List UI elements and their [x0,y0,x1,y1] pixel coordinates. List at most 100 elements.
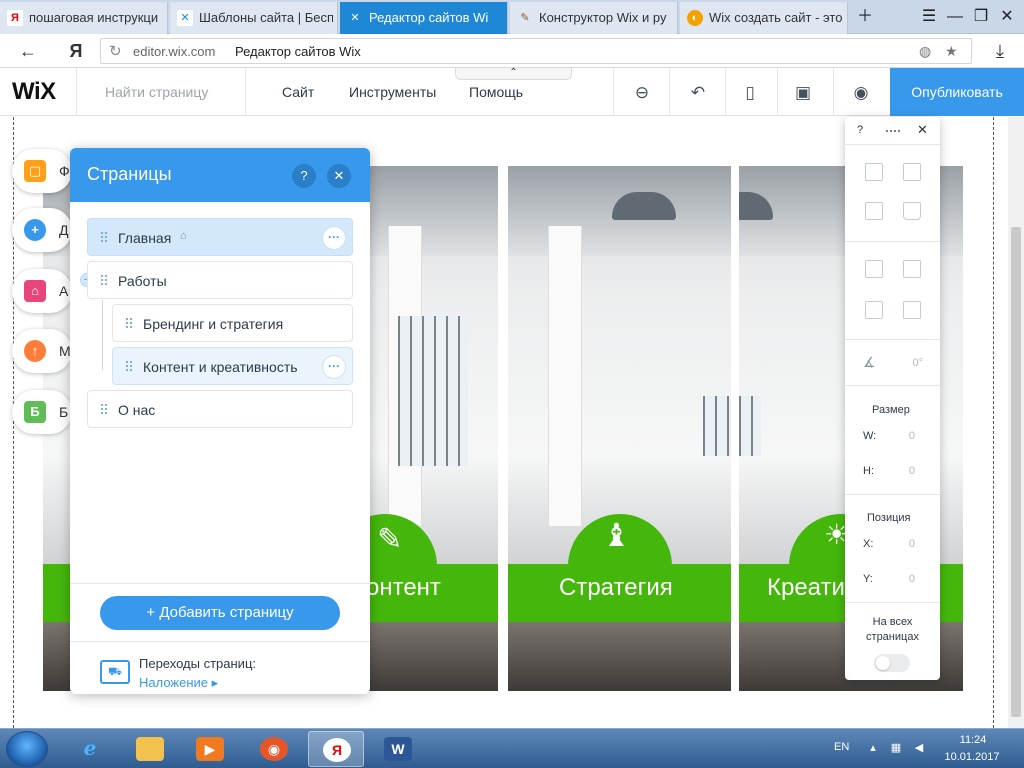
width-value[interactable]: 0 [895,430,915,442]
page-item-home[interactable]: Главная ⌂ ··· [87,218,353,256]
menu-tools[interactable]: Инструменты [349,84,436,100]
menu-help[interactable]: Помощь [469,84,523,100]
image-column-strategy[interactable]: ♝ Стратегия [508,166,731,691]
firefox-icon: ◉ [260,737,288,761]
help-icon[interactable]: ? [292,164,316,188]
left-panel-background-button[interactable]: ▢ Ф [12,149,72,193]
clock-time[interactable]: 11:24 [948,734,998,746]
page-item-works[interactable]: Работы [87,261,353,299]
rotate-angle-icon[interactable]: ∡ [863,354,876,371]
restore-icon[interactable]: ❐ [968,4,994,30]
tray-network-icon[interactable]: ▦ [889,741,903,755]
drag-handle-icon[interactable] [100,274,108,287]
tab-label: Шаблоны сайта | Бесп [199,10,333,25]
save-icon[interactable]: ▣ [792,82,814,104]
new-tab-plus-icon[interactable]: ＋ [852,4,878,30]
tab-label: Редактор сайтов Wi [369,10,489,25]
clock-date[interactable]: 10.01.2017 [940,751,1004,763]
find-page-field[interactable]: Найти страницу [76,68,246,116]
yandex-logo[interactable]: Я [62,38,90,64]
left-panel-letter: А [59,283,69,299]
reload-icon[interactable]: ↻ [109,42,122,60]
duplicate-icon[interactable] [865,202,883,220]
close-icon[interactable]: ✕ [327,164,351,188]
close-icon[interactable]: ✕ [917,122,928,138]
left-panel-store-button[interactable]: ⌂ А [12,269,72,313]
protect-icon[interactable]: ◍ [919,43,931,60]
match-size-icon[interactable] [903,301,921,319]
page-item-branding[interactable]: Брендинг и стратегия [112,304,353,342]
pencil-icon: ✎ [377,523,403,556]
page-item-content[interactable]: Контент и креативность ··· [112,347,353,385]
more-options-icon[interactable]: ··· [322,355,346,379]
download-icon[interactable]: ⤓ [986,38,1014,64]
height-value[interactable]: 0 [895,465,915,477]
publish-button[interactable]: Опубликовать [890,68,1024,116]
windows-start-icon[interactable] [6,731,48,767]
tree-line [102,300,103,370]
tools-panel-header: ? ✕ [845,117,940,145]
page-item-about[interactable]: О нас [87,390,353,428]
drag-handle-icon[interactable] [100,403,108,416]
taskbar-yandex[interactable]: Я [308,731,364,767]
show-on-all-pages-toggle[interactable] [874,654,910,672]
drag-handle-icon[interactable] [125,360,133,373]
undo-icon[interactable]: ↶ [687,82,709,104]
left-panel-add-button[interactable]: + Д [12,208,72,252]
more-options-icon[interactable]: ··· [322,226,346,250]
drag-handle-icon[interactable] [125,317,133,330]
delete-trash-icon[interactable] [903,202,921,220]
scrollbar-thumb[interactable] [1011,227,1021,717]
taskbar-media[interactable]: ▶ [182,731,238,767]
taskbar-word[interactable]: W [370,731,426,767]
language-indicator[interactable]: EN [834,741,849,753]
divider [70,641,370,642]
page-item-label: Работы [118,273,167,289]
tab-instructions[interactable]: Я пошаговая инструкци [0,2,168,34]
taskbar-firefox[interactable]: ◉ [246,731,302,767]
window [739,396,761,456]
tools-panel: ? ✕ ∡ 0° Размер W: 0 H: 0 Позиция X: 0 Y… [845,117,940,680]
minimize-icon[interactable]: — [942,4,968,30]
preview-eye-icon[interactable]: ◉ [850,82,872,104]
menu-hamburger-icon[interactable]: ☰ [916,4,942,30]
y-label: Y: [863,573,873,585]
canvas-scrollbar[interactable] [1008,117,1024,728]
drag-handle-icon[interactable] [100,231,108,244]
transitions-link[interactable]: Наложение ▸ [139,675,218,691]
distribute-icon[interactable] [865,301,883,319]
drag-grip-icon[interactable] [885,129,901,134]
taskbar-ie[interactable]: ℯ [62,731,118,767]
close-window-icon[interactable]: ✕ [994,4,1020,30]
width-label: W: [863,430,877,442]
left-panel-blog-button[interactable]: Б Б [12,390,72,434]
copy-icon[interactable] [865,163,883,181]
y-value[interactable]: 0 [895,573,915,585]
arrange-icon[interactable] [865,260,883,278]
mobile-view-icon[interactable]: ▯ [739,82,761,104]
align-icon[interactable] [903,260,921,278]
collapse-toolbar-chevron-icon[interactable]: ⌃ [455,68,572,80]
x-value[interactable]: 0 [895,538,915,550]
divider [777,68,778,116]
square-icon: ▢ [24,160,46,182]
taskbar-explorer[interactable] [122,731,178,767]
back-arrow-icon[interactable]: ← [14,38,42,64]
band-title-strategy: Стратегия [559,574,673,601]
tab-create-site[interactable]: ◐ Wix создать сайт - это [680,2,848,34]
left-panel-media-button[interactable]: ↑ М [12,329,72,373]
tab-templates[interactable]: ✕ Шаблоны сайта | Бесп [170,2,338,34]
url-field[interactable]: ↻ editor.wix.com Редактор сайтов Wix ◍ ★ [100,38,972,64]
bookmark-star-icon[interactable]: ★ [945,43,958,60]
band-title-content: онтент [366,574,441,601]
tab-editor[interactable]: ✕ Редактор сайтов Wi [340,2,508,34]
tray-arrow-icon[interactable]: ▴ [866,741,880,755]
zoom-out-icon[interactable]: ⊖ [631,82,653,104]
paste-icon[interactable] [903,163,921,181]
help-icon[interactable]: ? [857,124,863,136]
rotation-value[interactable]: 0° [897,357,923,369]
menu-site[interactable]: Сайт [282,84,314,100]
tab-konstruktor[interactable]: ✎ Конструктор Wix и ру [510,2,678,34]
add-page-button[interactable]: + Добавить страницу [100,596,340,630]
tray-volume-icon[interactable]: ◀ [912,741,926,755]
